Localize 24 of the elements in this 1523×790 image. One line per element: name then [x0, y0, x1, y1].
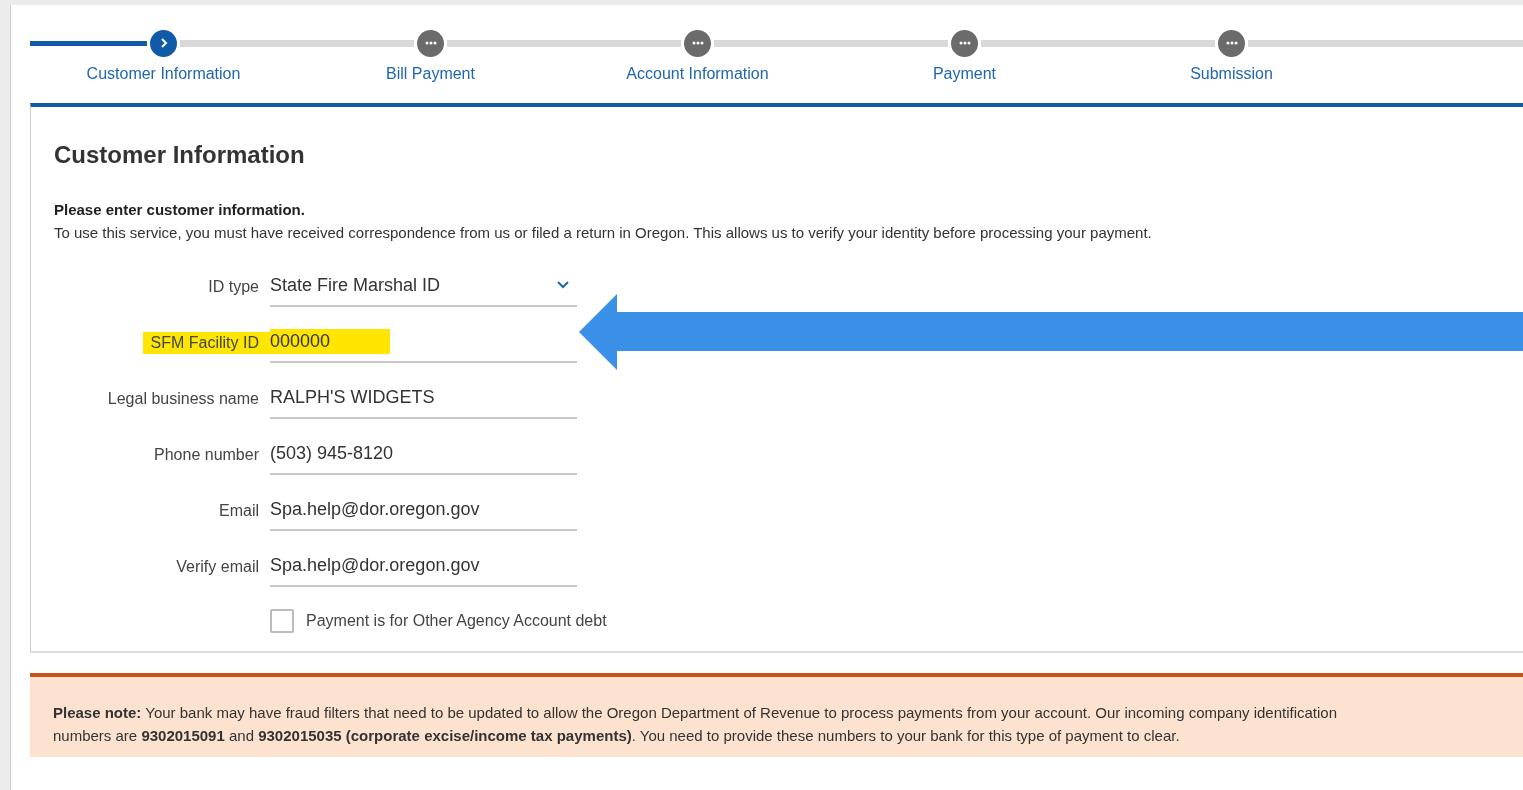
checkbox-label: Payment is for Other Agency Account debt	[306, 612, 607, 630]
field-label: Legal business name	[106, 389, 260, 409]
input-field[interactable]: 000000	[270, 321, 577, 363]
checkbox[interactable]	[270, 609, 294, 633]
field-label: Email	[218, 501, 260, 521]
step-label[interactable]: Account Information	[626, 65, 769, 83]
input-field[interactable]: Spa.help@dor.oregon.gov	[270, 545, 577, 587]
input-field[interactable]: (503) 945-8120	[270, 433, 577, 475]
step-label[interactable]: Bill Payment	[386, 65, 475, 83]
select-field[interactable]: State Fire Marshal ID	[270, 265, 577, 307]
input-field[interactable]: RALPH'S WIDGETS	[270, 377, 577, 419]
step-label[interactable]: Payment	[932, 65, 997, 83]
section-title: Customer Information	[54, 141, 306, 169]
step-label[interactable]: Customer Information	[86, 65, 241, 83]
field-label: Phone number	[153, 445, 260, 465]
step-label[interactable]: Submission	[1190, 65, 1273, 83]
input-field[interactable]: Spa.help@dor.oregon.gov	[270, 489, 577, 531]
intro-text: Please enter customer information.	[54, 201, 306, 218]
field-label: Verify email	[175, 557, 260, 577]
chevron-down-icon	[557, 281, 569, 289]
note-text: Please note: Your bank may have fraud filters that need to be updated to allow the Oregon Department of Revenue to process payments from your account. Our incoming company identification numbers are 9302015091 and 9302015035 (corporate excise/income tax payments). You need to provide these numbers to your bank for this type of payment to clear.	[53, 704, 1338, 744]
field-label: ID type	[207, 277, 260, 297]
field-label: SFM Facility ID	[142, 332, 270, 354]
description-text: To use this service, you must have received correspondence from us or filed a return in Oregon. This allows us to verify your identity before processing your payment.	[54, 224, 1153, 241]
